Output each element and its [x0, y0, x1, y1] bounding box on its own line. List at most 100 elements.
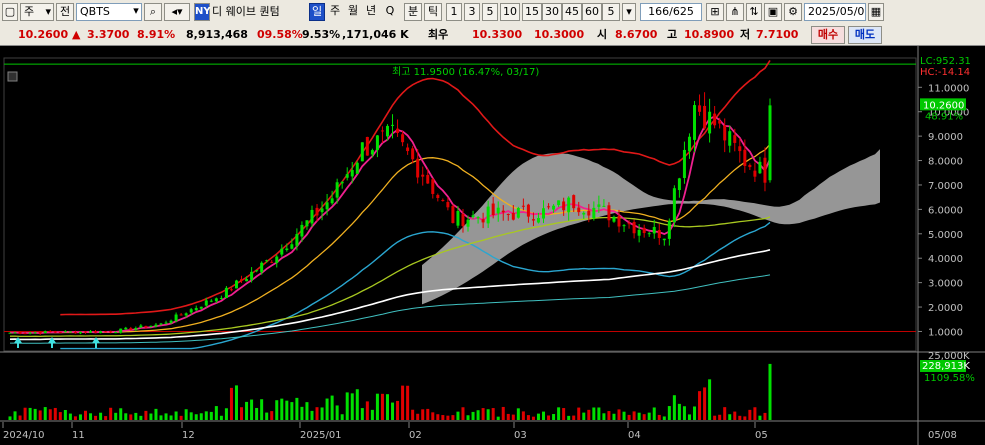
interval-5-button[interactable]: 5: [482, 3, 498, 21]
candle-body: [164, 322, 168, 324]
interval-30-button[interactable]: 30: [542, 3, 562, 21]
candle-body: [194, 308, 198, 311]
volume-bar: [310, 410, 314, 420]
interval-1-button[interactable]: 1: [446, 3, 462, 21]
period-quarter-button[interactable]: Q: [382, 3, 398, 21]
volume-bar: [58, 412, 62, 420]
sell-button[interactable]: 매도: [848, 26, 882, 44]
candle-body: [547, 206, 551, 208]
interval-3-button[interactable]: 3: [464, 3, 480, 21]
stock-chart[interactable]: 11.000010.00009.00008.00007.00006.00005.…: [0, 46, 985, 445]
period-tick-button[interactable]: 틱: [424, 3, 442, 21]
candle-body: [134, 327, 138, 330]
candle-body: [124, 327, 128, 330]
data-count-field[interactable]: 166/625: [640, 3, 702, 21]
interval-10-button[interactable]: 10: [500, 3, 520, 21]
volume-bar: [562, 408, 566, 420]
x-tick-label: 04: [628, 430, 641, 441]
volume-bar: [325, 398, 329, 420]
change-arrow: ▲: [72, 28, 81, 41]
volume-bar: [446, 415, 450, 420]
volume-bar: [582, 412, 586, 420]
sound-icon[interactable]: ◂▾: [164, 3, 190, 21]
volume-bar: [652, 407, 656, 420]
candle-body: [310, 209, 314, 224]
volume-bar: [602, 413, 606, 420]
search-icon[interactable]: ⌕: [144, 3, 162, 21]
candle-body: [451, 205, 455, 223]
arrange-icon[interactable]: ⇅: [746, 3, 762, 21]
y-tick-label: 9.0000: [928, 132, 963, 143]
candle-body: [245, 279, 249, 282]
volume-bar: [320, 407, 324, 420]
candle-body: [375, 135, 379, 151]
volume-bar: [411, 409, 415, 420]
volume-bar: [667, 406, 671, 420]
period-day-button[interactable]: 일: [309, 3, 325, 21]
low-price: 7.7100: [756, 28, 799, 41]
candle-body: [270, 261, 274, 263]
candle-body: [330, 198, 334, 204]
candle-body: [63, 331, 67, 333]
volume: 8,913,468: [186, 28, 248, 41]
candle-body: [567, 197, 571, 213]
open-price: 8.6700: [615, 28, 658, 41]
candle-body: [758, 161, 762, 174]
gear-icon[interactable]: ⚙: [784, 3, 802, 21]
window-menu-icon[interactable]: ▢: [2, 3, 18, 21]
market-select[interactable]: 주 ▾: [20, 3, 54, 21]
period-month-button[interactable]: 월: [345, 3, 361, 21]
interval-custom-button[interactable]: 5: [602, 3, 620, 21]
grid-icon[interactable]: ⊞: [706, 3, 724, 21]
candle-body: [250, 271, 254, 280]
y-tick-label: 8.0000: [928, 157, 963, 168]
volume-bar: [597, 407, 601, 420]
open-label: 시: [597, 28, 608, 41]
candle-body: [360, 142, 364, 162]
volume-bar: [607, 411, 611, 420]
candle-body: [78, 331, 82, 334]
chart-settings-icon[interactable]: ⋔: [726, 3, 744, 21]
candle-body: [738, 146, 742, 152]
mode-button[interactable]: 전: [56, 3, 74, 21]
volume-bar: [300, 406, 304, 420]
period-year-button[interactable]: 년: [363, 3, 379, 21]
candle-body: [542, 208, 546, 219]
interval-dropdown-icon[interactable]: ▾: [622, 3, 636, 21]
candle-body: [224, 287, 228, 298]
high-price: 10.8900: [684, 28, 735, 41]
volume-bar: [370, 409, 374, 420]
volume-bar: [572, 415, 576, 420]
interval-60-button[interactable]: 60: [582, 3, 602, 21]
candle-body: [109, 331, 113, 333]
volume-bar: [456, 411, 460, 420]
interval-15-button[interactable]: 15: [522, 3, 542, 21]
interval-45-button[interactable]: 45: [562, 3, 582, 21]
volume-bar: [38, 410, 42, 420]
candle-body: [421, 174, 425, 177]
x-tick-label: 11: [72, 430, 85, 441]
volume-bar: [365, 401, 369, 420]
candle-body: [94, 331, 98, 333]
high-annotation: 최고 11.9500 (16.47%, 03/17): [392, 66, 539, 78]
candle-body: [396, 128, 400, 133]
save-icon[interactable]: ▣: [764, 3, 782, 21]
volume-bar: [315, 407, 319, 420]
y-tick-label: 2.0000: [928, 303, 963, 314]
volume-bar: [275, 400, 279, 420]
calendar-icon[interactable]: ▦: [868, 3, 884, 21]
period-minute-button[interactable]: 분: [404, 3, 422, 21]
date-field[interactable]: 2025/05/0: [804, 3, 866, 21]
candle-body: [481, 219, 485, 223]
candle-body: [391, 124, 395, 126]
period-week-button[interactable]: 주: [327, 3, 343, 21]
volume-percent: 09.58%: [257, 28, 303, 41]
candle-body: [33, 332, 37, 334]
buy-button[interactable]: 매수: [811, 26, 845, 44]
y-tick-label: 1.0000: [928, 327, 963, 338]
volume-bar: [632, 411, 636, 420]
symbol-dropdown-icon[interactable]: ▾: [130, 3, 142, 21]
change-percent: 8.91%: [137, 28, 176, 41]
volume-bar: [335, 405, 339, 420]
volume-bar: [260, 399, 264, 420]
